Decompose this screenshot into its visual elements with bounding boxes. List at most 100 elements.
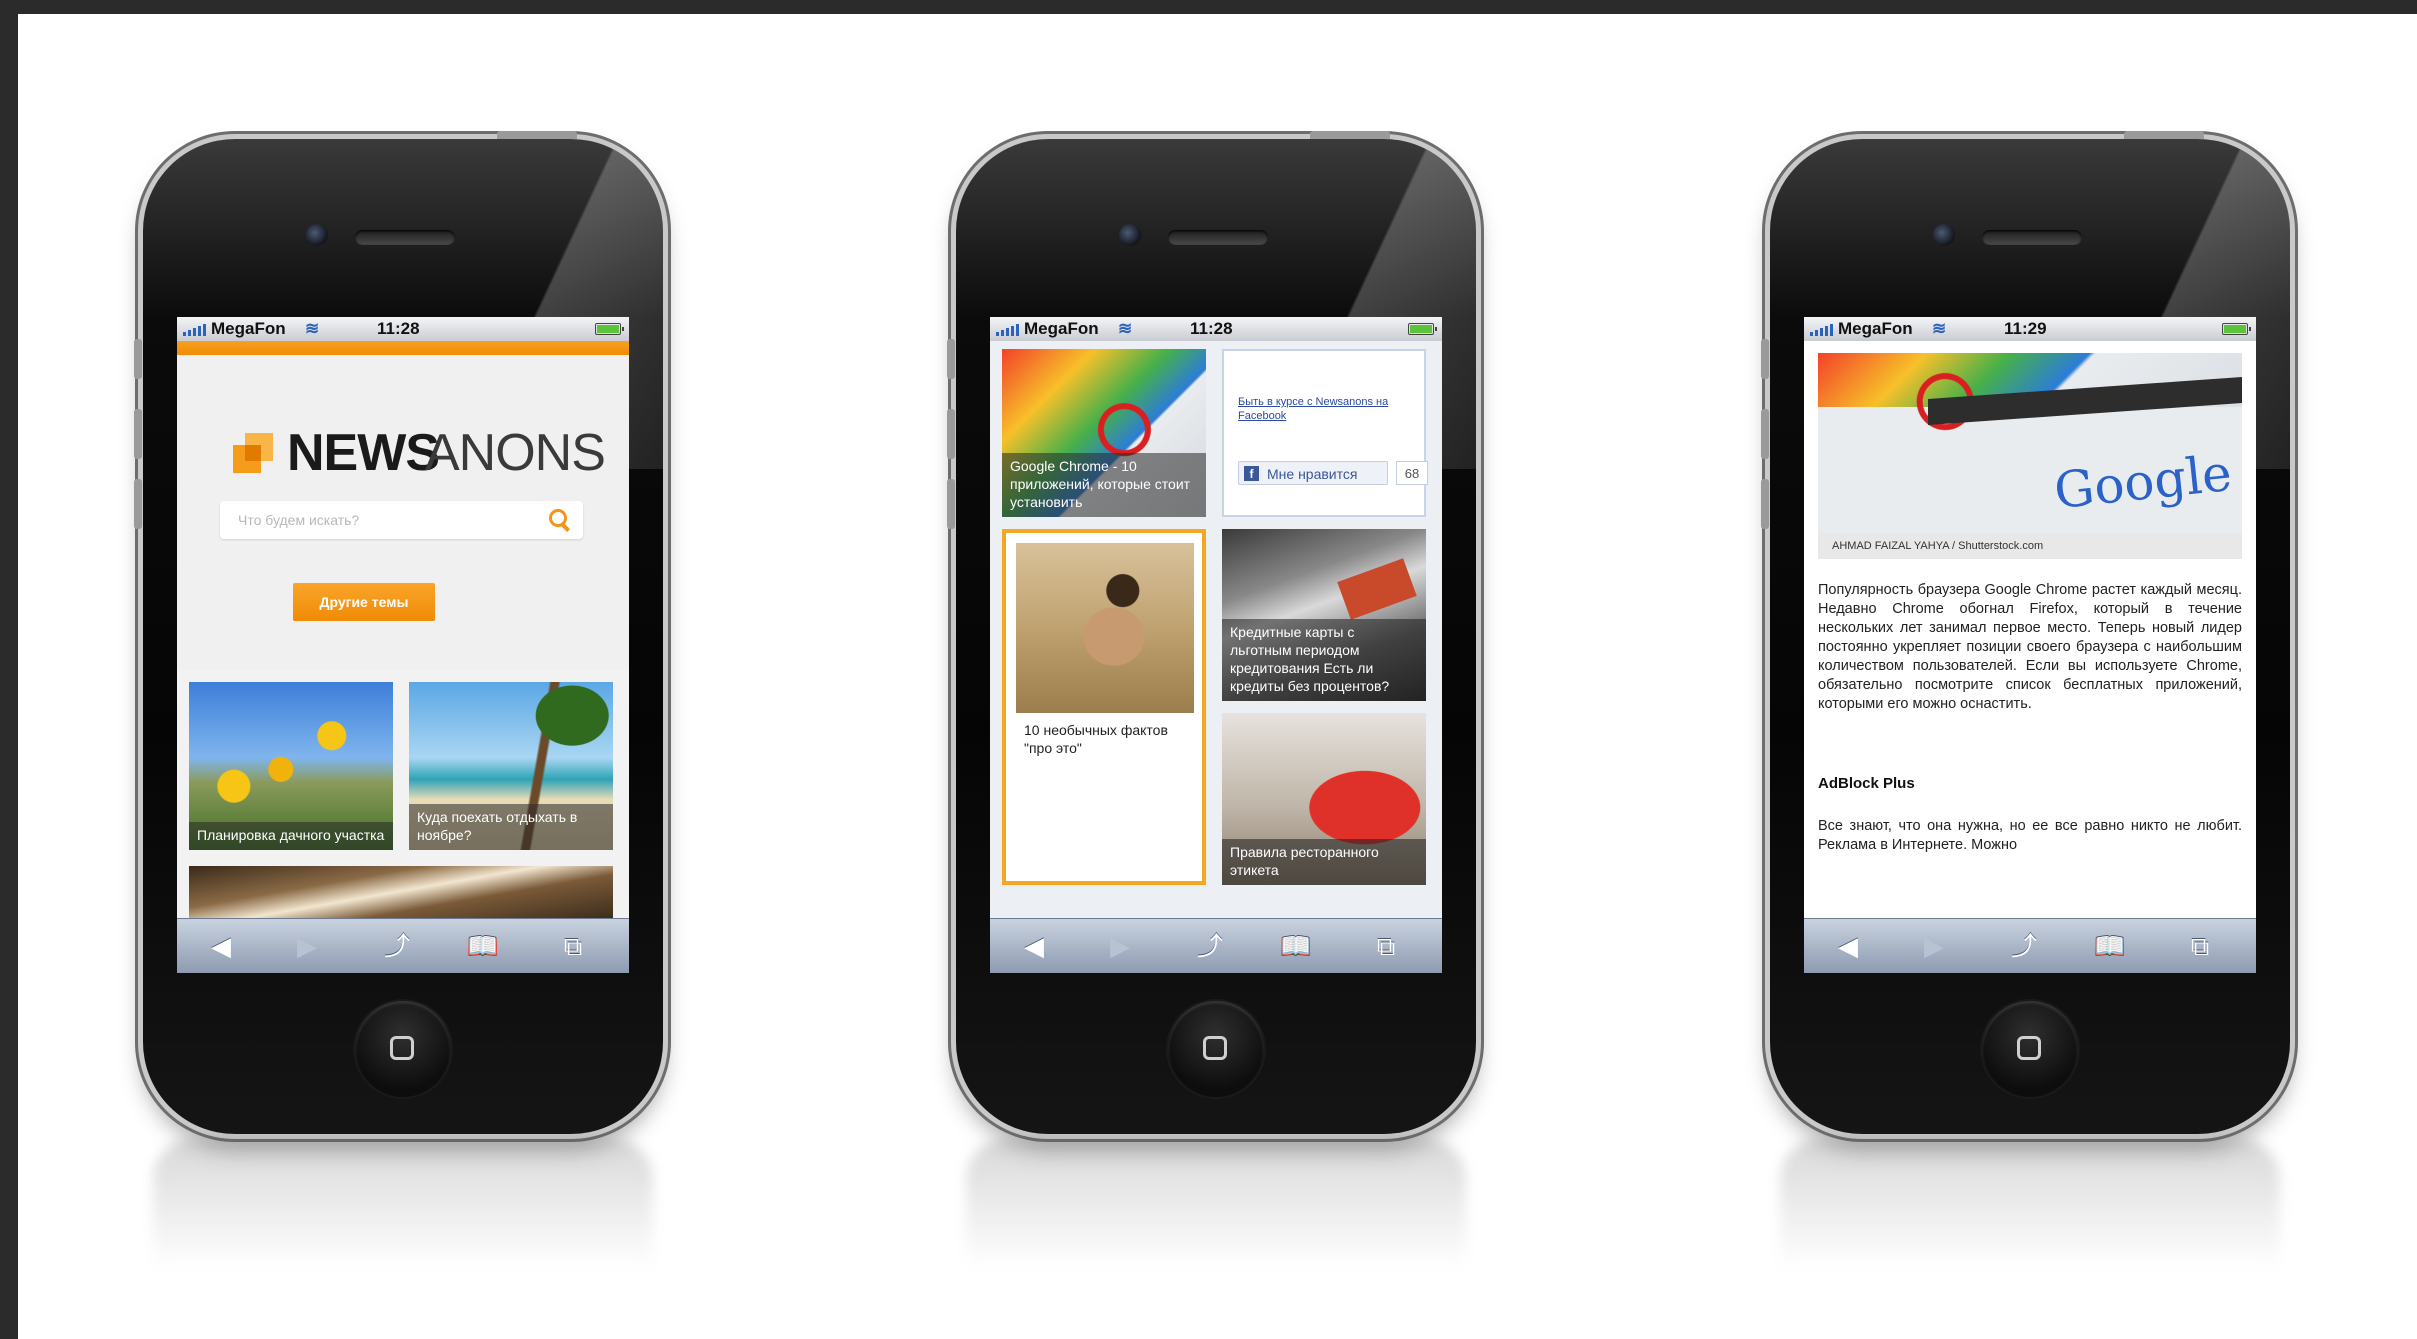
browser-toolbar: ◀ ▶ ⤴ 📖 ⧉	[1804, 918, 2256, 973]
carrier-name: MegaFon	[1838, 319, 1913, 338]
featured-caption: 10 необычных фактов "про это"	[1024, 722, 1168, 756]
article-subheading: AdBlock Plus	[1818, 775, 1915, 792]
article: Google AHMAD FAIZAL YAHYA / Shutterstock…	[1804, 341, 2256, 919]
earpiece-speaker	[1982, 230, 2082, 245]
carrier-name: MegaFon	[211, 319, 286, 338]
news-tile[interactable]	[189, 866, 613, 919]
power-button	[1310, 131, 1390, 139]
browser-strip	[1928, 377, 2242, 425]
facebook-icon: f	[1244, 466, 1259, 481]
page-content: NEWS ANONS Другие темы Планировка дачног…	[177, 341, 629, 919]
back-icon[interactable]: ◀	[1828, 931, 1868, 961]
forward-icon[interactable]: ▶	[1100, 931, 1140, 961]
forward-icon[interactable]: ▶	[1914, 931, 1954, 961]
battery-icon	[2222, 323, 2251, 335]
back-icon[interactable]: ◀	[201, 931, 241, 961]
front-camera	[306, 224, 328, 246]
phone-body: MegaFon ≋ 11:28 NEWS ANONS Что будем иск…	[134, 131, 663, 1134]
featured-tile[interactable]: 10 необычных фактов "про это"	[1002, 529, 1206, 885]
news-tile[interactable]: Планировка дачного участка	[189, 682, 393, 850]
search-input[interactable]	[220, 501, 540, 539]
status-time: 11:28	[377, 319, 420, 338]
facebook-like-count: 68	[1396, 461, 1428, 485]
home-button[interactable]	[355, 1001, 451, 1097]
phone-article-page: MegaFon ≋ 11:29 Google AHMAD FAIZAL YAHY…	[1761, 131, 2290, 1269]
share-icon[interactable]: ⤴	[1190, 931, 1230, 961]
earpiece-speaker	[355, 230, 455, 245]
status-time: 11:29	[2004, 319, 2047, 338]
share-icon[interactable]: ⤴	[377, 931, 417, 961]
battery-icon	[595, 323, 624, 335]
mute-switch	[1761, 339, 1769, 379]
phone-home-page: MegaFon ≋ 11:28 NEWS ANONS Что будем иск…	[134, 131, 663, 1269]
news-tile[interactable]: Кредитные карты с льготным периодом кред…	[1222, 529, 1426, 701]
home-button[interactable]	[1982, 1001, 2078, 1097]
mute-switch	[134, 339, 142, 379]
status-bar: MegaFon ≋ 11:29	[1804, 317, 2256, 341]
bookmarks-icon[interactable]: 📖	[1276, 931, 1316, 961]
presentation-canvas: MegaFon ≋ 11:28 NEWS ANONS Что будем иск…	[18, 14, 2417, 1339]
page-content: Google AHMAD FAIZAL YAHYA / Shutterstock…	[1804, 341, 2256, 919]
tabs-icon[interactable]: ⧉	[2180, 931, 2220, 961]
phone-body: MegaFon ≋ 11:29 Google AHMAD FAIZAL YAHY…	[1761, 131, 2290, 1134]
page-content: Google Chrome - 10 приложений, которые с…	[990, 341, 1442, 919]
search-icon[interactable]	[549, 509, 571, 531]
status-bar: MegaFon ≋ 11:28	[177, 317, 629, 341]
browser-toolbar: ◀ ▶ ⤴ 📖 ⧉	[990, 918, 1442, 973]
header-area: NEWS ANONS Другие темы	[177, 355, 629, 670]
article-paragraph: Все знают, что она нужна, но ее все равн…	[1818, 818, 2242, 853]
volume-up-button	[947, 409, 955, 459]
image-credit: AHMAD FAIZAL YAHYA / Shutterstock.com	[1818, 533, 2242, 559]
back-icon[interactable]: ◀	[1014, 931, 1054, 961]
home-square-icon	[2017, 1036, 2041, 1060]
facebook-widget: Быть в курсе с Newsanons на Facebook f М…	[1222, 349, 1428, 517]
wifi-icon: ≋	[1932, 319, 1947, 338]
facebook-follow-link[interactable]: Быть в курсе с Newsanons на Facebook	[1238, 395, 1418, 423]
phone-reflection	[153, 1139, 653, 1269]
front-camera	[1119, 224, 1141, 246]
power-button	[2124, 131, 2204, 139]
carrier-name: MegaFon	[1024, 319, 1099, 338]
screen: MegaFon ≋ 11:28 Google Chrome - 10 прило…	[990, 317, 1442, 973]
news-tile-caption: Правила ресторанного этикета	[1222, 839, 1426, 885]
site-logo[interactable]: NEWS ANONS	[233, 424, 606, 482]
news-tile[interactable]: Google Chrome - 10 приложений, которые с…	[1002, 349, 1206, 517]
news-tile-caption: Google Chrome - 10 приложений, которые с…	[1002, 453, 1206, 517]
other-topics-button[interactable]: Другие темы	[293, 583, 435, 621]
article-image-word: Google	[2051, 443, 2235, 521]
article-image: Google	[1818, 353, 2242, 533]
status-bar: MegaFon ≋ 11:28	[990, 317, 1442, 341]
tabs-icon[interactable]: ⧉	[553, 931, 593, 961]
wifi-icon: ≋	[1118, 319, 1133, 338]
volume-down-button	[1761, 479, 1769, 529]
logo-mark-icon	[233, 433, 273, 473]
battery-icon	[1408, 323, 1437, 335]
wifi-icon: ≋	[305, 319, 320, 338]
facebook-like-button[interactable]: f Мне нравится	[1238, 461, 1388, 485]
phone-news-grid: MegaFon ≋ 11:28 Google Chrome - 10 прило…	[947, 131, 1476, 1269]
phone-body: MegaFon ≋ 11:28 Google Chrome - 10 прило…	[947, 131, 1476, 1134]
phone-reflection	[1780, 1139, 2280, 1269]
bookmarks-icon[interactable]: 📖	[463, 931, 503, 961]
share-icon[interactable]: ⤴	[2004, 931, 2044, 961]
status-time: 11:28	[1190, 319, 1233, 338]
logo-text-news: NEWS	[287, 424, 440, 482]
forward-icon[interactable]: ▶	[287, 931, 327, 961]
news-tile-caption: Планировка дачного участка	[189, 822, 393, 850]
news-tile[interactable]: Правила ресторанного этикета	[1222, 713, 1426, 885]
volume-down-button	[947, 479, 955, 529]
bookmarks-icon[interactable]: 📖	[2090, 931, 2130, 961]
phone-reflection	[966, 1139, 1466, 1269]
header-bar	[177, 341, 629, 355]
signal-icon	[1810, 324, 1833, 336]
screen: MegaFon ≋ 11:28 NEWS ANONS Что будем иск…	[177, 317, 629, 973]
earpiece-speaker	[1168, 230, 1268, 245]
volume-down-button	[134, 479, 142, 529]
signal-icon	[183, 324, 206, 336]
news-tile[interactable]: Куда поехать отдыхать в ноябре?	[409, 682, 613, 850]
home-button[interactable]	[1168, 1001, 1264, 1097]
mute-switch	[947, 339, 955, 379]
news-grid: Планировка дачного участка Куда поехать …	[177, 670, 629, 919]
power-button	[497, 131, 577, 139]
tabs-icon[interactable]: ⧉	[1366, 931, 1406, 961]
